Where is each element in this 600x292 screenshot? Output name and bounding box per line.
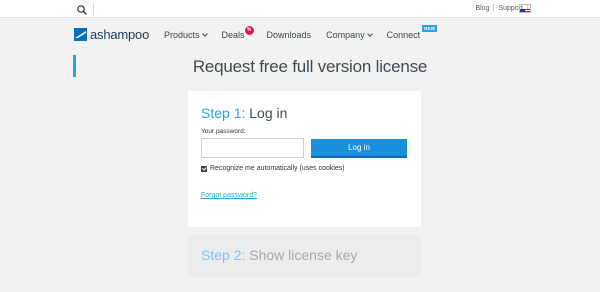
remember-me-checkbox[interactable] <box>201 165 207 172</box>
nav-item-connect[interactable]: Connect NEW <box>386 25 438 40</box>
main-nav: ashampoo Products Deals % Downloads Comp… <box>0 18 600 54</box>
step1-number: Step 1: <box>201 105 246 121</box>
us-flag-icon[interactable] <box>519 4 531 13</box>
nav-item-deals[interactable]: Deals % <box>221 26 254 40</box>
password-label: Your password: <box>201 128 246 135</box>
nav-item-downloads[interactable]: Downloads <box>267 30 312 40</box>
remember-me-label: Recognize me automatically (uses cookies… <box>210 165 345 172</box>
login-button[interactable]: Log in <box>311 139 407 158</box>
step2-heading: Step 2: Show license key <box>201 247 357 263</box>
divider <box>493 4 495 12</box>
nav-item-label: Downloads <box>266 30 312 40</box>
step1-heading: Step 1: Log in <box>201 105 287 121</box>
nav-item-label: Company <box>326 30 365 40</box>
chevron-down-icon <box>201 31 208 37</box>
nav-item-label: Connect <box>386 30 421 40</box>
remember-me-option[interactable]: Recognize me automatically (uses cookies… <box>201 165 345 172</box>
chevron-down-icon <box>366 31 373 37</box>
nav-item-products[interactable]: Products <box>164 30 208 40</box>
logo-mark-icon <box>74 28 87 41</box>
step2-license-card: Step 2: Show license key <box>188 235 421 277</box>
nav-menu: Products Deals % Downloads Company Conne… <box>164 25 438 40</box>
step1-login-card: Step 1: Log in Your password: Log in Rec… <box>188 91 421 227</box>
search-icon[interactable] <box>76 3 88 15</box>
password-field[interactable] <box>201 138 304 158</box>
step1-text: Log in <box>249 105 288 121</box>
nav-item-label: Deals <box>221 30 245 40</box>
step2-text: Show license key <box>249 247 358 263</box>
page-title: Request free full version license <box>192 57 428 76</box>
nav-item-label: Products <box>164 30 200 40</box>
blog-link[interactable]: Blog <box>475 5 489 12</box>
step2-number: Step 2: <box>201 247 246 263</box>
ashampoo-logo[interactable]: ashampoo <box>74 27 149 42</box>
new-badge: NEW <box>422 25 438 32</box>
nav-item-company[interactable]: Company <box>326 30 373 40</box>
logo-text: ashampoo <box>90 27 150 42</box>
forgot-password-link[interactable]: Forgot password? <box>201 192 257 199</box>
divider <box>93 3 94 15</box>
top-utility-bar: Blog Support <box>0 0 600 18</box>
deals-percent-badge: % <box>244 26 254 35</box>
